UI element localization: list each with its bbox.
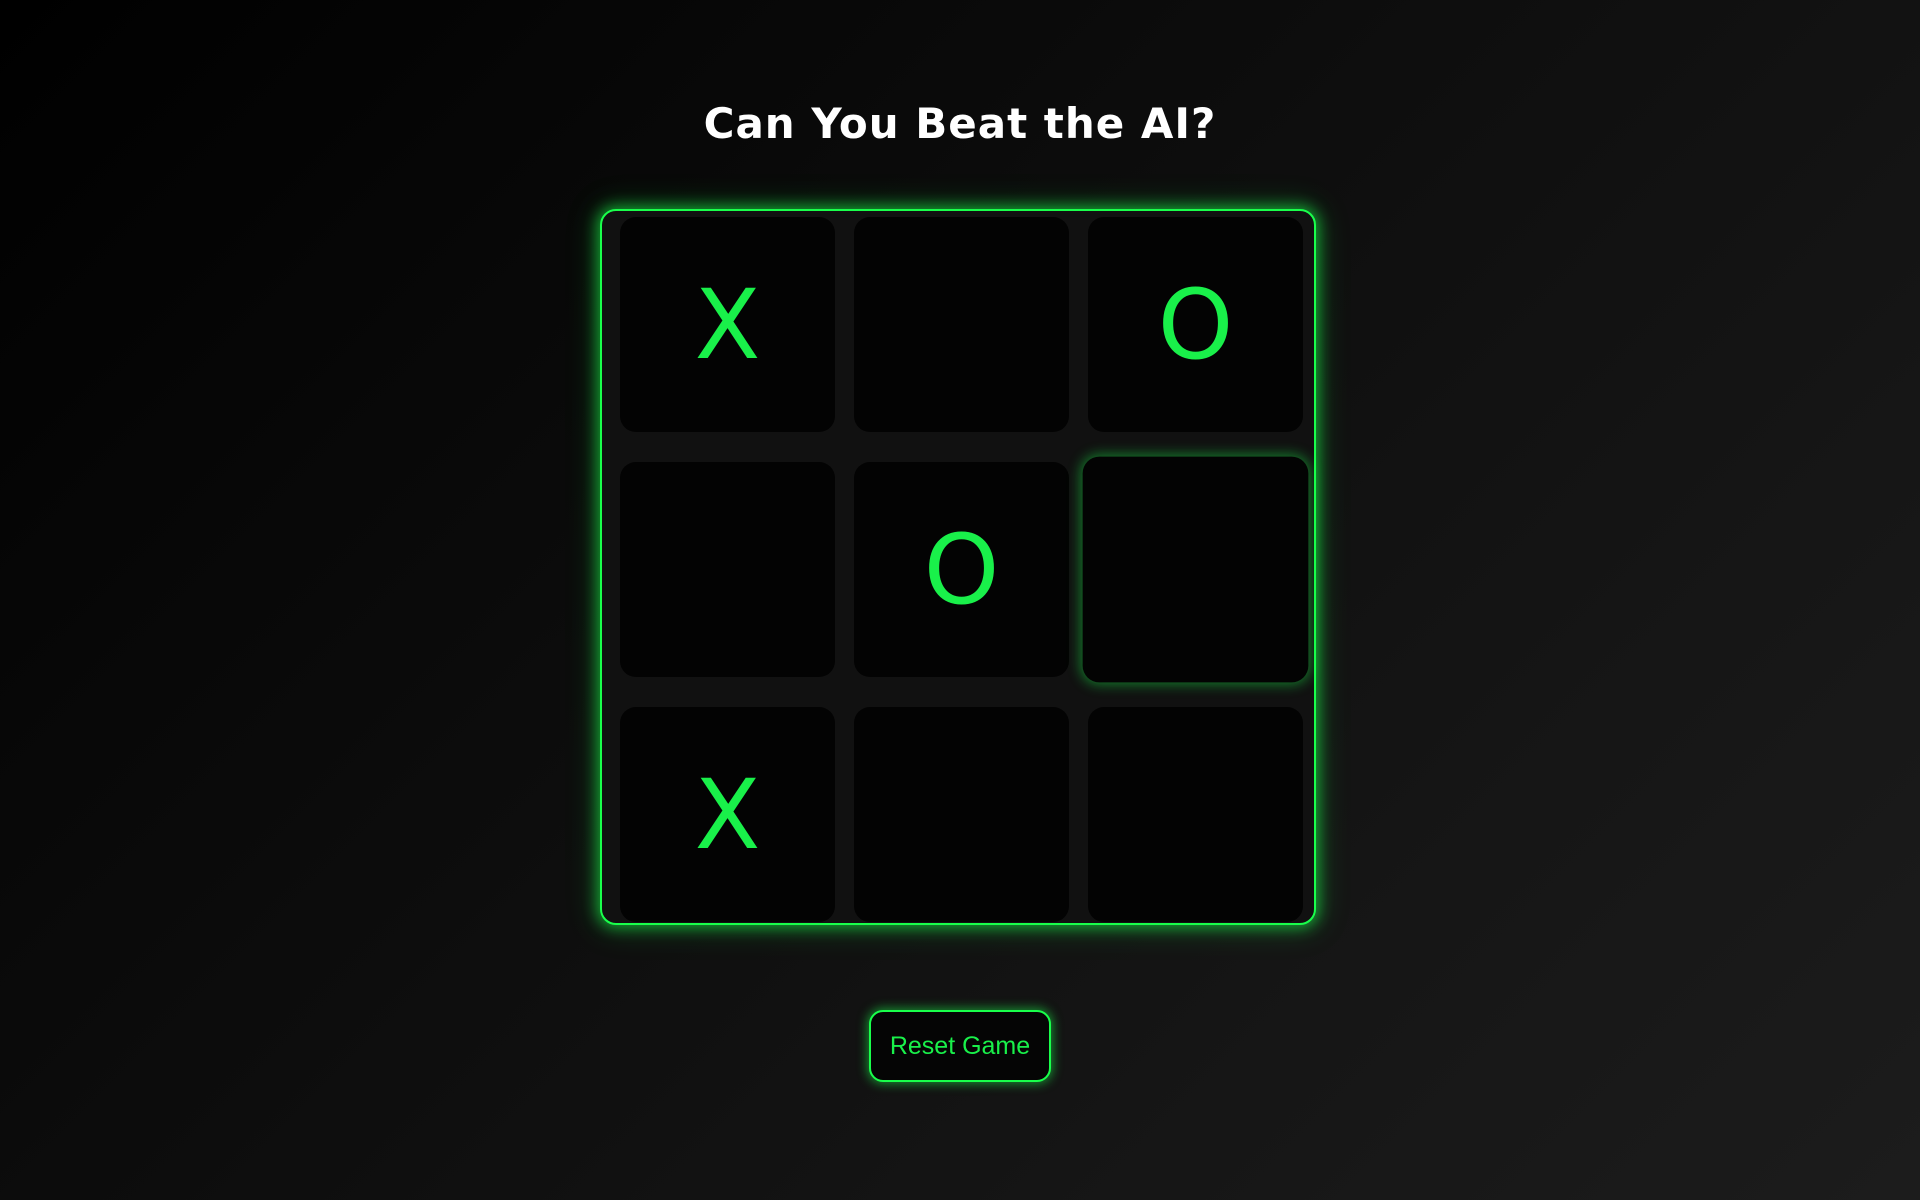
board-cell-6[interactable] [1082,456,1309,683]
board-cell-1[interactable]: X [620,217,835,432]
game-title: Can You Beat the AI? [703,99,1217,148]
board-cell-8[interactable] [854,707,1069,922]
board-cell-4[interactable] [620,462,835,677]
board-cell-3[interactable]: O [1088,217,1303,432]
reset-game-button[interactable]: Reset Game [869,1010,1051,1082]
board-cell-7[interactable]: X [620,707,835,922]
game-board: X O O X [600,209,1316,925]
board-cell-2[interactable] [854,217,1069,432]
board-cell-9[interactable] [1088,707,1303,922]
board-cell-5[interactable]: O [854,462,1069,677]
